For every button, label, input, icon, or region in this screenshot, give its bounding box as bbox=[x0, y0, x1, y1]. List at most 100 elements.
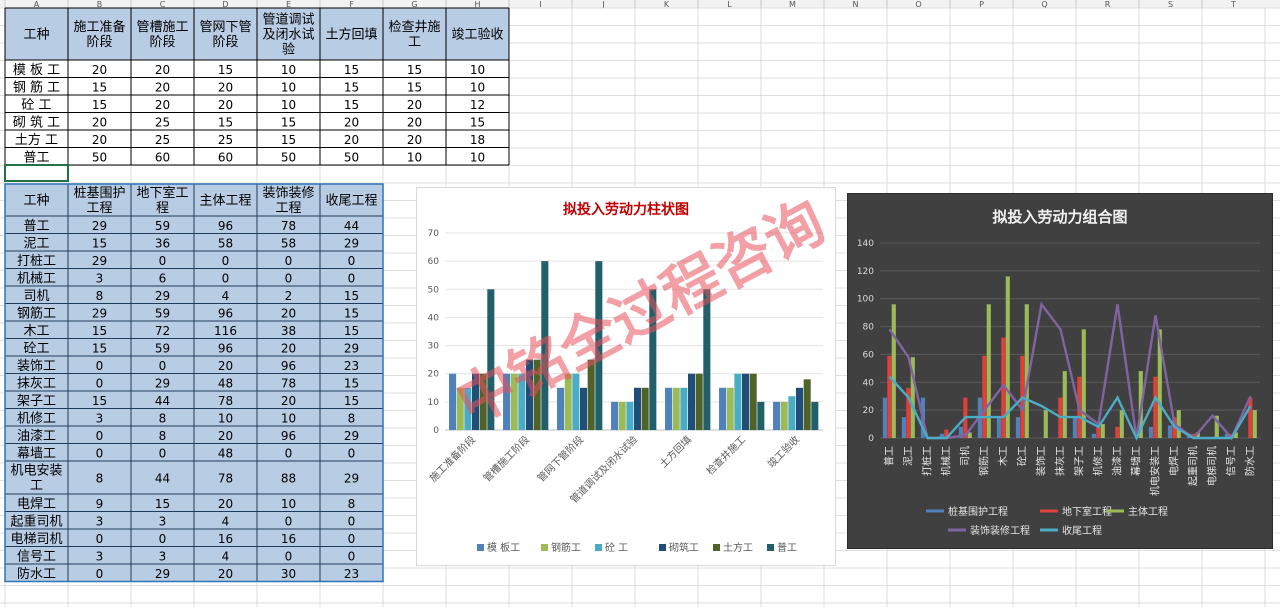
bar-3-6[interactable] bbox=[796, 387, 804, 430]
bar-3-0[interactable] bbox=[472, 373, 480, 430]
combo-bar-0-14[interactable] bbox=[1148, 426, 1153, 438]
table2-cell: 29 bbox=[92, 306, 107, 320]
bar-4-3[interactable] bbox=[641, 387, 649, 430]
table1-row-label: 土方 工 bbox=[15, 132, 58, 148]
bar-5-5[interactable] bbox=[757, 401, 765, 430]
bar-5-4[interactable] bbox=[703, 289, 711, 430]
combo-bar-2-15[interactable] bbox=[1176, 410, 1181, 438]
table1-cell: 15 bbox=[218, 63, 233, 77]
combo-bar-2-7[interactable] bbox=[1024, 304, 1029, 438]
bar-0-6[interactable] bbox=[773, 401, 781, 430]
table2-cell: 15 bbox=[92, 236, 107, 250]
table1-cell: 25 bbox=[155, 116, 170, 130]
bar-2-2[interactable] bbox=[572, 373, 580, 430]
table2-cell: 15 bbox=[92, 341, 107, 355]
bar-3-5[interactable] bbox=[742, 373, 750, 430]
combo-xtick-label: 架子工 bbox=[1074, 446, 1086, 476]
combo-bar-0-1[interactable] bbox=[901, 417, 906, 438]
bar-2-4[interactable] bbox=[680, 387, 688, 430]
combo-bar-2-11[interactable] bbox=[1100, 424, 1105, 438]
bar-0-2[interactable] bbox=[557, 387, 565, 430]
bar-2-6[interactable] bbox=[788, 396, 796, 430]
combo-bar-0-15[interactable] bbox=[1167, 425, 1172, 438]
bar-5-1[interactable] bbox=[541, 261, 549, 430]
bar-1-1[interactable] bbox=[510, 373, 518, 430]
bar-4-6[interactable] bbox=[803, 379, 811, 430]
table1-cell: 15 bbox=[407, 63, 422, 77]
table2-cell: 0 bbox=[159, 532, 167, 546]
combo-bar-1-0[interactable] bbox=[887, 355, 892, 438]
table2-cell: 0 bbox=[159, 254, 167, 268]
table2-row-label: 打桩工 bbox=[17, 254, 56, 269]
table2-row-label: 油漆工 bbox=[17, 428, 56, 444]
table2-cell: 29 bbox=[344, 472, 359, 486]
combo-bar-2-19[interactable] bbox=[1252, 410, 1257, 438]
bar-2-0[interactable] bbox=[464, 387, 472, 430]
table2-cell: 10 bbox=[218, 411, 233, 425]
table2-cell: 4 bbox=[222, 289, 230, 303]
table2-cell: 96 bbox=[218, 341, 233, 355]
bar-4-2[interactable] bbox=[587, 359, 595, 430]
bar-1-0[interactable] bbox=[456, 387, 464, 430]
bar-1-4[interactable] bbox=[672, 387, 680, 430]
combo-bar-0-7[interactable] bbox=[1015, 417, 1020, 438]
combo-bar-0-0[interactable] bbox=[882, 397, 887, 438]
bar-4-4[interactable] bbox=[695, 373, 703, 430]
table2-cell: 48 bbox=[218, 446, 233, 460]
bar-3-4[interactable] bbox=[688, 373, 696, 430]
table2-cell: 78 bbox=[281, 219, 296, 233]
bar-4-1[interactable] bbox=[533, 359, 541, 430]
bar-0-0[interactable] bbox=[449, 373, 457, 430]
combo-bar-2-8[interactable] bbox=[1043, 410, 1048, 438]
bar-2-1[interactable] bbox=[518, 373, 526, 430]
combo-chart[interactable]: 拟投入劳动力组合图 0 20 40 60 80 100 120 140 普工 泥工 打桩工 机械工 司机钢… bbox=[847, 193, 1273, 549]
table2-cell: 58 bbox=[281, 236, 296, 250]
table2-row-label: 幕墙工 bbox=[17, 447, 56, 462]
combo-bar-1-11[interactable] bbox=[1096, 426, 1101, 438]
combo-bar-1-12[interactable] bbox=[1115, 426, 1120, 438]
table2-cell: 0 bbox=[348, 549, 356, 563]
bar-0-4[interactable] bbox=[665, 387, 673, 430]
bar-4-0[interactable] bbox=[479, 373, 487, 430]
bar-0-3[interactable] bbox=[611, 401, 619, 430]
bar-1-6[interactable] bbox=[780, 401, 788, 430]
bar-5-0[interactable] bbox=[487, 289, 495, 430]
combo-xtick-label: 钢筋工 bbox=[978, 446, 991, 476]
combo-bar-2-12[interactable] bbox=[1119, 410, 1124, 438]
bar-5-2[interactable] bbox=[595, 261, 603, 430]
bar-0-1[interactable] bbox=[503, 373, 511, 430]
combo-bar-1-19[interactable] bbox=[1248, 397, 1253, 438]
bar-1-3[interactable] bbox=[618, 401, 626, 430]
bar-1-2[interactable] bbox=[564, 373, 572, 430]
combo-bar-1-5[interactable] bbox=[982, 355, 987, 438]
combo-bar-0-11[interactable] bbox=[1091, 433, 1096, 438]
bar-3-1[interactable] bbox=[526, 359, 534, 430]
bar-3-2[interactable] bbox=[580, 387, 588, 430]
bar-3-3[interactable] bbox=[634, 387, 642, 430]
table2-cell: 0 bbox=[285, 254, 293, 268]
combo-bar-0-6[interactable] bbox=[996, 417, 1001, 438]
bar-xtick-label: 施工准备阶段 bbox=[427, 433, 479, 485]
table2-cell: 59 bbox=[155, 341, 170, 355]
bar-2-3[interactable] bbox=[626, 401, 634, 430]
table2-cell: 4 bbox=[222, 549, 230, 563]
bar-0-5[interactable] bbox=[719, 387, 727, 430]
bar-2-5[interactable] bbox=[734, 373, 742, 430]
table2-row-label: 普工 bbox=[23, 219, 49, 234]
table1-cell: 10 bbox=[281, 63, 296, 77]
table2-cell: 0 bbox=[96, 359, 104, 373]
bar-chart[interactable]: 拟投入劳动力柱状图 0 10 20 30 40 50 60 70 施工准备阶段 管槽施工阶段 管网下管… bbox=[416, 187, 836, 566]
bar-5-3[interactable] bbox=[649, 289, 657, 430]
combo-xtick-label: 装饰工 bbox=[1035, 446, 1048, 476]
bar-1-5[interactable] bbox=[726, 387, 734, 430]
combo-bar-2-10[interactable] bbox=[1081, 329, 1086, 438]
combo-bar-2-0[interactable] bbox=[891, 304, 896, 438]
bar-5-6[interactable] bbox=[811, 401, 819, 430]
table1-cell: 20 bbox=[344, 133, 359, 147]
combo-bar-0-10[interactable] bbox=[1072, 417, 1077, 438]
combo-bar-2-9[interactable] bbox=[1062, 371, 1067, 438]
combo-bar-1-14[interactable] bbox=[1153, 376, 1158, 438]
table2-cell: 30 bbox=[281, 567, 296, 581]
bar-4-5[interactable] bbox=[749, 373, 757, 430]
table2-cell: 0 bbox=[285, 446, 293, 460]
